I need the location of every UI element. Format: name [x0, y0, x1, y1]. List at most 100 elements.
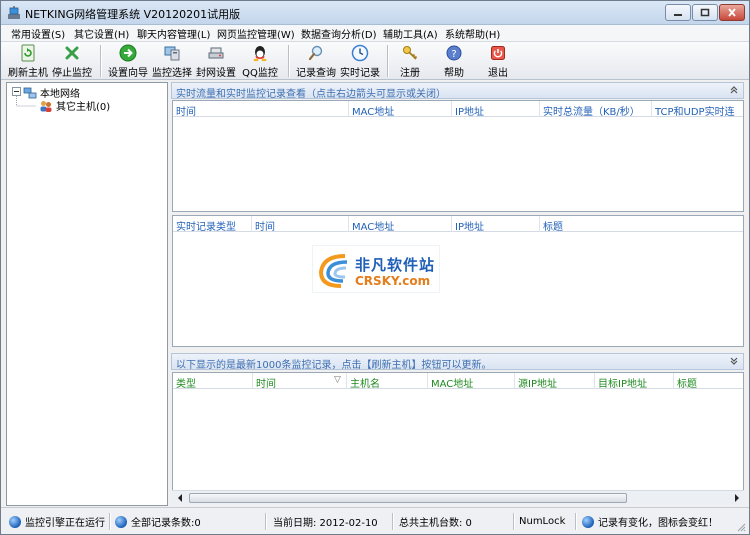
toolbar-separator [100, 45, 101, 77]
column-header[interactable]: 实时总流量（KB/秒） [540, 101, 652, 117]
column-header[interactable]: MAC地址 [428, 373, 515, 389]
minimize-icon [674, 13, 682, 16]
column-header[interactable]: 源IP地址 [515, 373, 595, 389]
minimize-button[interactable] [665, 4, 691, 21]
realtime-record-button[interactable]: 实时记录 [339, 43, 381, 79]
stop-monitor-button[interactable]: 停止监控 [51, 43, 93, 79]
monitor-select-button[interactable]: 监控选择 [151, 43, 193, 79]
status-bar: 监控引擎正在运行 全部记录条数:0 当前日期: 2012-02-10 总共主机台… [1, 507, 749, 534]
arrow-left-icon [177, 494, 182, 502]
globe-icon [9, 515, 21, 528]
menu-tools[interactable]: 辅助工具(A) [383, 26, 438, 41]
wizard-icon [119, 44, 137, 62]
qq-monitor-label: QQ监控 [242, 68, 278, 79]
column-header[interactable]: TCP和UDP实时连 [652, 101, 743, 117]
column-header[interactable]: 主机名 [347, 373, 428, 389]
column-header[interactable]: 标题 [674, 373, 743, 389]
scroll-right-button[interactable] [729, 491, 744, 505]
status-notice-text: 记录有变化，图标会变红！ [598, 518, 718, 529]
records-table-header: 类型 时间 ▽ 主机名 MAC地址 源IP地址 目标IP地址 标题 [173, 373, 743, 389]
status-separator [265, 513, 266, 530]
status-engine: 监控引擎正在运行 [9, 512, 105, 531]
column-header[interactable]: 时间 [173, 101, 349, 117]
horizontal-scrollbar[interactable] [172, 490, 744, 505]
menu-help[interactable]: 系统帮助(H) [445, 26, 500, 41]
exit-icon [491, 46, 505, 60]
menu-bar: 常用设置(S) 其它设置(H) 聊天内容管理(L) 网页监控管理(W) 数据查询… [1, 25, 749, 42]
column-header[interactable]: 标题 [540, 216, 743, 232]
network-icon [23, 87, 37, 98]
collapse-up-icon[interactable] [728, 84, 740, 96]
realtime-record-table[interactable]: 实时记录类型 时间 MAC地址 IP地址 标题 [172, 215, 744, 347]
records-table[interactable]: 类型 时间 ▽ 主机名 MAC地址 源IP地址 目标IP地址 标题 [172, 372, 744, 490]
traffic-panel-title: 实时流量和实时监控记录查看（点击右边箭头可显示或关闭） [176, 89, 446, 100]
record-query-label: 记录查询 [296, 68, 336, 79]
window-title: NETKING网络管理系统 V20120201试用版 [25, 8, 241, 21]
stop-monitor-label: 停止监控 [52, 68, 92, 79]
title-bar[interactable]: NETKING网络管理系统 V20120201试用版 [1, 1, 749, 25]
network-block-button[interactable]: 封网设置 [195, 43, 237, 79]
column-header[interactable]: MAC地址 [349, 216, 452, 232]
scrollbar-thumb[interactable] [189, 493, 627, 503]
column-header-label: 时间 [256, 379, 276, 389]
qq-icon [253, 46, 267, 62]
close-icon [728, 8, 736, 17]
qq-monitor-button[interactable]: QQ监控 [239, 43, 281, 79]
arrow-right-icon [734, 494, 739, 502]
help-label: 帮助 [444, 68, 464, 79]
toolbar-separator [288, 45, 289, 77]
column-header[interactable]: MAC地址 [349, 101, 452, 117]
column-header[interactable]: 类型 [173, 373, 253, 389]
maximize-button[interactable] [692, 4, 718, 21]
resize-grip-icon[interactable] [735, 521, 746, 532]
traffic-table-header: 时间 MAC地址 IP地址 实时总流量（KB/秒） TCP和UDP实时连 [173, 101, 743, 117]
menu-chat-management[interactable]: 聊天内容管理(L) [137, 26, 210, 41]
records-panel-header[interactable]: 以下显示的是最新1000条监控记录，点击【刷新主机】按钮可以更新。 [171, 353, 744, 371]
app-window: NETKING网络管理系统 V20120201试用版 常用设置(S) 其它设置(… [0, 0, 750, 535]
traffic-table[interactable]: 时间 MAC地址 IP地址 实时总流量（KB/秒） TCP和UDP实时连 [172, 100, 744, 212]
app-icon [8, 6, 20, 19]
refresh-icon [21, 44, 35, 62]
watermark-logo: 非凡软件站 CRSKY.com [312, 245, 440, 293]
setup-wizard-label: 设置向导 [108, 68, 148, 79]
status-separator [513, 513, 514, 530]
scroll-left-button[interactable] [172, 491, 187, 505]
menu-web-monitor[interactable]: 网页监控管理(W) [217, 26, 295, 41]
toolbar: 刷新主机 停止监控 设置向导 监控选择 封网设置 QQ监控 记录查询 实时记录 … [1, 42, 749, 80]
status-numlock: NumLock [519, 516, 566, 527]
clock-icon [351, 44, 369, 62]
column-header[interactable]: 目标IP地址 [595, 373, 674, 389]
tree-node-other-hosts[interactable]: 其它主机(0) [39, 98, 110, 113]
traffic-panel-header[interactable]: 实时流量和实时监控记录查看（点击右边箭头可显示或关闭） [171, 82, 744, 100]
watermark-name: 非凡软件站 [355, 256, 436, 274]
close-button[interactable] [719, 4, 745, 21]
status-total-records: 全部记录条数:0 [115, 512, 201, 531]
exit-button[interactable]: 退出 [479, 43, 517, 79]
records-panel-title: 以下显示的是最新1000条监控记录，点击【刷新主机】按钮可以更新。 [176, 360, 492, 371]
record-query-button[interactable]: 记录查询 [295, 43, 337, 79]
setup-wizard-button[interactable]: 设置向导 [107, 43, 149, 79]
host-tree[interactable]: 本地网络 其它主机(0) [6, 82, 168, 506]
help-icon: ? [446, 45, 462, 61]
column-header[interactable]: 时间 ▽ [253, 373, 347, 389]
globe-icon [582, 515, 594, 528]
refresh-hosts-button[interactable]: 刷新主机 [7, 43, 49, 79]
menu-common-settings[interactable]: 常用设置(S) [11, 26, 65, 41]
crsky-logo-icon [318, 254, 348, 288]
column-header[interactable]: 实时记录类型 [173, 216, 252, 232]
toolbar-separator [387, 45, 388, 77]
status-host-count: 总共主机台数: 0 [399, 518, 472, 529]
column-header[interactable]: 时间 [252, 216, 349, 232]
help-button[interactable]: ? 帮助 [435, 43, 473, 79]
status-current-date: 当前日期: 2012-02-10 [273, 518, 378, 529]
monitor-select-label: 监控选择 [152, 68, 192, 79]
menu-other-settings[interactable]: 其它设置(H) [74, 26, 129, 41]
realtime-table-header: 实时记录类型 时间 MAC地址 IP地址 标题 [173, 216, 743, 232]
register-label: 注册 [400, 68, 420, 79]
refresh-hosts-label: 刷新主机 [8, 68, 48, 79]
column-header[interactable]: IP地址 [452, 216, 540, 232]
menu-data-query[interactable]: 数据查询分析(D) [301, 26, 377, 41]
register-button[interactable]: 注册 [391, 43, 429, 79]
column-header[interactable]: IP地址 [452, 101, 540, 117]
collapse-down-icon[interactable] [728, 355, 740, 367]
